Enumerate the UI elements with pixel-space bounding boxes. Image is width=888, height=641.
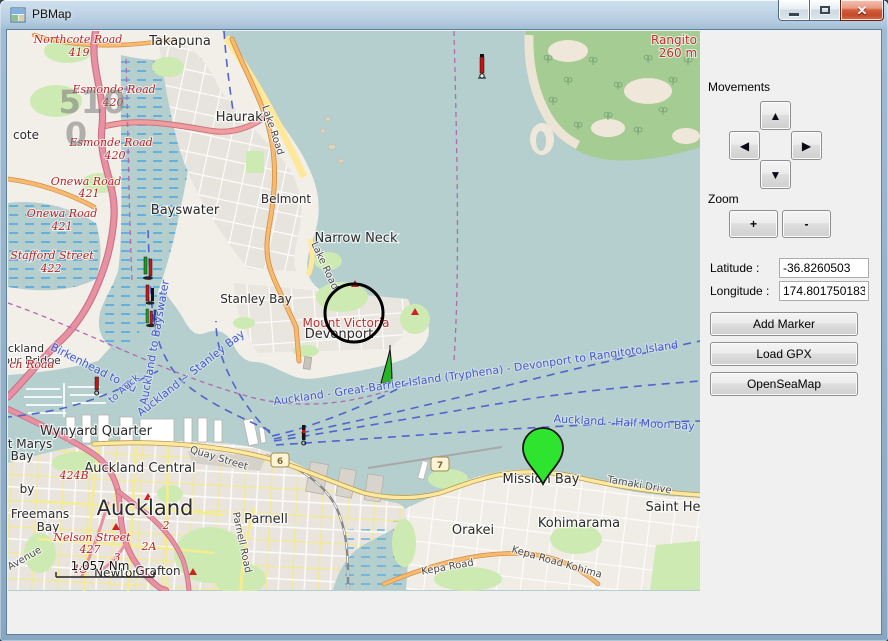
svg-text:7: 7 [437, 461, 443, 471]
map-label: Auckland [97, 496, 194, 520]
map-label: 1.057 Nm [71, 559, 130, 573]
window-title: PBMap [32, 7, 71, 21]
zoom-in-button[interactable]: + [729, 210, 778, 238]
right-arrow-icon: ▶ [802, 139, 811, 153]
map-label: Saint He [645, 500, 700, 515]
map-label: by [20, 482, 35, 496]
close-button[interactable]: ✕ [840, 0, 884, 21]
minimize-button[interactable] [778, 0, 810, 21]
latitude-label: Latitude : [710, 261, 759, 275]
title-bar[interactable]: PBMap ✕ [0, 0, 888, 30]
map-label: 424B [58, 469, 88, 482]
move-right-button[interactable]: ▶ [791, 131, 822, 160]
map-label: 421 [78, 187, 100, 200]
maximize-button[interactable] [810, 0, 840, 21]
map-label: Northcote Road [33, 33, 123, 46]
map-canvas[interactable]: 6 7 Takapuna Hauraki Belmont Bayswater Narrow… [8, 31, 700, 591]
longitude-input[interactable] [779, 281, 869, 301]
map-label: Wynyard Quarter [40, 424, 153, 439]
left-arrow-icon: ◀ [740, 139, 749, 153]
map-label: Hauraki [216, 110, 266, 125]
map-label: 2A [141, 540, 157, 553]
road-shield: 7 [431, 457, 449, 471]
app-window: PBMap ✕ [0, 0, 888, 641]
maximize-icon [820, 6, 830, 14]
map-label: Orakei [452, 523, 494, 538]
map-label: Grafton [135, 564, 180, 578]
map-label: Stafford Street [10, 249, 94, 262]
map-label: cote [13, 128, 39, 142]
map-label: 260 m [659, 46, 697, 60]
map-label: Onewa Road [27, 207, 98, 220]
road-shield: 6 [271, 453, 289, 467]
map-label: 419 [68, 46, 90, 59]
window-controls: ✕ [778, 0, 884, 22]
map-label: 427 [79, 543, 101, 556]
add-marker-button[interactable]: Add Marker [710, 312, 858, 336]
move-up-button[interactable]: ▲ [760, 101, 791, 130]
map-label: Kohimarama [538, 516, 620, 531]
map-label: Stanley Bay [220, 292, 292, 306]
map-label: Rangito [651, 33, 697, 47]
movements-label: Movements [708, 80, 770, 94]
map-label: 421 [51, 220, 73, 233]
map-label: 422 [40, 262, 62, 275]
map-label: Belmont [261, 192, 312, 206]
map-label: Bay [11, 449, 34, 463]
minimize-icon [789, 13, 799, 16]
map-label: Auckland Central [84, 461, 195, 476]
zoom-label: Zoom [708, 192, 739, 206]
latitude-input[interactable] [779, 258, 869, 278]
map-label: Bayswater [151, 203, 220, 218]
app-icon [10, 7, 26, 23]
map-label: 2 [162, 519, 170, 532]
move-down-button[interactable]: ▼ [760, 160, 791, 189]
longitude-label: Longitude : [710, 284, 769, 298]
up-arrow-icon: ▲ [770, 109, 782, 123]
map-label: Parnell [244, 512, 288, 527]
map-label: Takapuna [148, 34, 211, 49]
close-icon: ✕ [857, 4, 868, 17]
down-arrow-icon: ▼ [770, 168, 782, 182]
svg-text:6: 6 [277, 457, 283, 467]
zoom-out-button[interactable]: - [782, 210, 831, 238]
openseamap-button[interactable]: OpenSeaMap [710, 372, 858, 396]
move-left-button[interactable]: ◀ [729, 131, 760, 160]
map-label: Narrow Neck [315, 231, 398, 246]
map-label: Mount Victoria [303, 316, 390, 330]
load-gpx-button[interactable]: Load GPX [710, 342, 858, 366]
map-label: 0 [65, 115, 87, 153]
map-label: Freemans [11, 507, 69, 521]
map-label: 420 [104, 149, 126, 162]
map-label: ch Road [9, 358, 54, 371]
